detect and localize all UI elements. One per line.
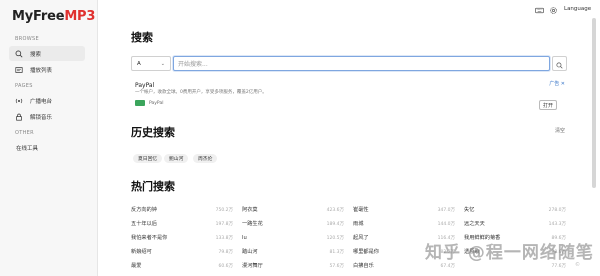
hot-search-item[interactable]: 崔毫性 347.0万 — [353, 205, 455, 214]
hot-search-item[interactable]: 五十年以后 197.8万 — [131, 219, 233, 228]
hot-search-count: 67.4万 — [440, 263, 455, 269]
hot-search-name: 最爱 — [131, 263, 142, 269]
hot-search-item[interactable]: 漫河舞厅 57.6万 — [242, 261, 344, 270]
sidebar-section-browse: BROWSE — [15, 36, 39, 42]
playlist-icon — [15, 66, 23, 74]
logo-main: MyFree — [12, 9, 65, 24]
ad-label[interactable]: 广告 ✕ — [549, 80, 565, 87]
source-select[interactable]: A ⌄ — [131, 56, 171, 71]
hot-search-name: 起风了 — [353, 235, 369, 241]
hot-search-name: 白拂自乐 — [353, 263, 374, 269]
hot-search-item[interactable]: 一路生花 189.4万 — [242, 219, 344, 228]
sidebar-item-playlist[interactable]: 播放列表 — [9, 62, 85, 77]
hot-search-item[interactable]: 新娘绍可 79.8万 — [131, 247, 233, 256]
sidebar-item-label: 在线工具 — [16, 145, 39, 152]
hot-search-count: 750.2万 — [215, 207, 233, 213]
hot-search-name: 哪里都是你 — [353, 249, 379, 255]
hot-search-item[interactable]: 踏山河 81.3万 — [242, 247, 344, 256]
hot-search-item[interactable]: 我怕来者不是你 133.8万 — [131, 233, 233, 242]
history-chip[interactable]: 周杰伦 — [193, 154, 218, 163]
hot-search-name: 一路生花 — [242, 221, 263, 227]
ad-banner[interactable]: PayPal 广告 ✕ 一个帐户，收款全球。0费用开户，享受多项服务，覆盖2亿用… — [131, 79, 567, 116]
hot-search-name: lu — [242, 234, 247, 241]
history-heading: 历史搜索 — [131, 126, 175, 139]
hot-search-count: 278.0万 — [548, 207, 566, 213]
sidebar-item-radio[interactable]: 广播电台 — [9, 93, 85, 108]
hot-search-name: 五十年以后 — [131, 221, 157, 227]
sidebar-item-unlock[interactable]: 解锁音乐 — [9, 109, 85, 124]
hot-search-item[interactable]: 雨城 144.0万 — [353, 219, 455, 228]
hot-search-item[interactable]: lu 120.5万 — [242, 233, 344, 242]
hot-search-item[interactable]: 最爱 60.6万 — [131, 261, 233, 270]
scrollbar-thumb[interactable] — [592, 18, 596, 188]
logo-accent: MP3 — [64, 9, 96, 24]
hot-search-name: 失忆 — [464, 207, 475, 213]
hot-search-name: 崔毫性 — [353, 207, 369, 213]
ad-brand: PayPal — [135, 100, 163, 106]
sidebar-item-label: 播放列表 — [30, 67, 53, 74]
sidebar-item-label: 解锁音乐 — [30, 114, 53, 121]
hot-search-count: 57.6万 — [329, 263, 344, 269]
hot-search-item[interactable]: 反方向的钟 750.2万 — [131, 205, 233, 214]
hot-search-count: 189.4万 — [326, 221, 344, 227]
watermark: 知乎 @程一网络随笔 — [425, 243, 594, 263]
hot-search-item[interactable]: 失忆 278.0万 — [464, 205, 566, 214]
hot-search-name: 远之天天 — [464, 221, 485, 227]
hot-search-name: 阿衣莫 — [242, 207, 258, 213]
hot-search-item[interactable]: 阿衣莫 423.6万 — [242, 205, 344, 214]
chevron-down-icon: ⌄ — [160, 61, 165, 67]
app-logo[interactable]: MyFreeMP3 — [12, 9, 95, 24]
keyboard-icon[interactable] — [534, 5, 544, 15]
hot-search-count: 423.6万 — [326, 207, 344, 213]
sidebar-section-other: OTHER — [15, 130, 34, 136]
hot-search-name: 漫河舞厅 — [242, 263, 263, 269]
hot-search-count: 197.8万 — [215, 221, 233, 227]
hot-search-name: 新娘绍可 — [131, 249, 152, 255]
lock-icon — [15, 113, 23, 121]
clear-history-button[interactable]: 清空 — [555, 127, 565, 134]
sidebar-section-pages: PAGES — [15, 83, 33, 89]
hot-search-name: 我怕来者不是你 — [131, 235, 168, 241]
ad-brand-name: PayPal — [149, 100, 164, 106]
gear-icon[interactable] — [548, 5, 558, 15]
hot-search-item[interactable]: 远之天天 143.3万 — [464, 219, 566, 228]
search-heading: 搜索 — [131, 31, 153, 44]
history-chip[interactable]: 夏日回忆 — [133, 154, 163, 163]
sidebar-item-tools[interactable]: 在线工具 — [9, 140, 85, 155]
hot-search-count: 143.3万 — [548, 221, 566, 227]
hot-search-count: 347.0万 — [437, 207, 455, 213]
source-select-value: A — [137, 60, 141, 67]
hot-search-count: 144.0万 — [437, 221, 455, 227]
search-icon — [556, 54, 563, 73]
radio-icon — [15, 97, 23, 105]
search-icon — [15, 50, 23, 58]
search-button[interactable] — [552, 56, 567, 71]
watermark-mark: © — [575, 262, 580, 268]
hot-search-count: 120.5万 — [326, 235, 344, 241]
ad-open-button[interactable]: 打开 — [539, 100, 557, 110]
ad-title: PayPal — [135, 82, 155, 89]
search-bar: A ⌄ 开始搜索... — [131, 56, 567, 71]
hot-search-name: 反方向的钟 — [131, 207, 157, 213]
hot-search-name: 踏山河 — [242, 249, 258, 255]
sidebar: MyFreeMP3 BROWSE 搜索 播放列表 PAGES 广播电台 解锁音乐… — [0, 0, 98, 276]
paypal-logo-icon — [135, 100, 145, 106]
ad-description: 一个帐户，收款全球。0费用开户，享受多项服务，覆盖2亿用户。 — [135, 90, 267, 95]
hot-search-name: 雨城 — [353, 221, 364, 227]
history-chip[interactable]: 鲍山河 — [164, 154, 189, 163]
hot-search-count: 77.6万 — [551, 263, 566, 269]
sidebar-item-search[interactable]: 搜索 — [9, 46, 85, 61]
hot-search-count: 79.8万 — [218, 249, 233, 255]
sidebar-item-label: 广播电台 — [30, 98, 53, 105]
hot-search-count: 81.3万 — [329, 249, 344, 255]
hot-search-count: 60.6万 — [218, 263, 233, 269]
sidebar-item-label: 搜索 — [30, 51, 42, 58]
search-placeholder: 开始搜索... — [178, 61, 208, 68]
search-input[interactable]: 开始搜索... — [173, 56, 550, 71]
language-button[interactable]: Language — [564, 6, 591, 12]
hot-search-count: 133.8万 — [215, 235, 233, 241]
hot-heading: 热门搜索 — [131, 180, 175, 193]
